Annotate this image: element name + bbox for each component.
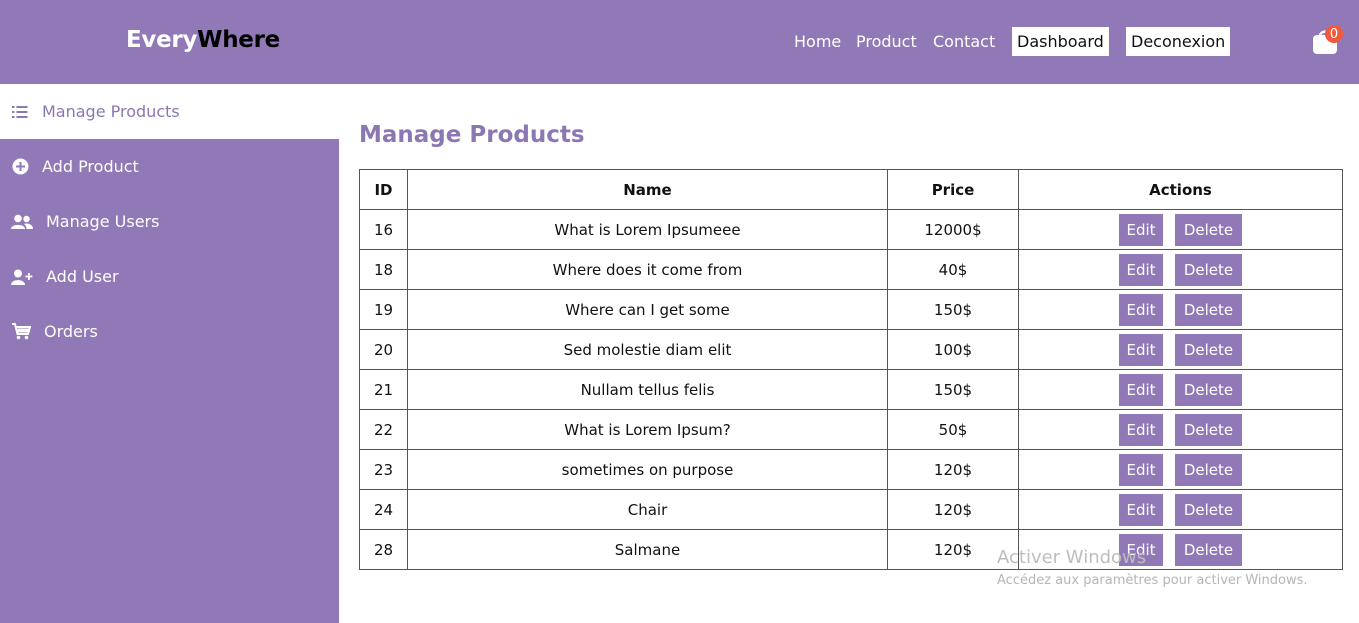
table-header-row: ID Name Price Actions [359,169,1343,210]
delete-button[interactable]: Delete [1175,253,1242,286]
delete-button[interactable]: Delete [1175,533,1242,566]
logo-part-where: Where [197,27,280,53]
cell-actions: Edit Delete [1018,209,1343,250]
cell-id: 23 [359,449,408,490]
cell-id: 28 [359,529,408,570]
edit-button[interactable]: Edit [1119,493,1163,526]
cell-name: What is Lorem Ipsumeee [407,209,888,250]
sidebar-item-label: Add User [46,267,119,286]
sidebar-item-manage-products[interactable]: Manage Products [0,84,339,139]
delete-button[interactable]: Delete [1175,493,1242,526]
edit-button[interactable]: Edit [1119,253,1163,286]
top-navbar: EveryWhere Home Product Contact Dashboar… [0,0,1359,84]
edit-button[interactable]: Edit [1119,333,1163,366]
cell-actions: Edit Delete [1018,489,1343,530]
column-header-actions: Actions [1018,169,1343,210]
sidebar-item-label: Orders [44,322,98,341]
cell-actions: Edit Delete [1018,289,1343,330]
table-row: 19 Where can I get some 150$ Edit Delete [359,289,1343,330]
cell-name: What is Lorem Ipsum? [407,409,888,450]
edit-button[interactable]: Edit [1119,293,1163,326]
table-row: 18 Where does it come from 40$ Edit Delete [359,249,1343,290]
column-header-price: Price [887,169,1019,210]
user-plus-icon [10,267,34,287]
cell-id: 16 [359,209,408,250]
cell-name: Nullam tellus felis [407,369,888,410]
cell-id: 20 [359,329,408,370]
edit-button[interactable]: Edit [1119,413,1163,446]
delete-button[interactable]: Delete [1175,413,1242,446]
cart-count-badge: 0 [1325,25,1343,43]
sidebar-item-label: Add Product [42,157,139,176]
delete-button[interactable]: Delete [1175,213,1242,246]
cell-price: 50$ [887,409,1019,450]
cell-name: sometimes on purpose [407,449,888,490]
cell-price: 12000$ [887,209,1019,250]
logo-part-every: Every [126,27,198,53]
delete-button[interactable]: Delete [1175,333,1242,366]
column-header-id: ID [359,169,408,210]
cell-id: 18 [359,249,408,290]
cell-id: 19 [359,289,408,330]
table-row: 20 Sed molestie diam elit 100$ Edit Delete [359,329,1343,370]
sidebar-item-orders[interactable]: Orders [0,304,339,359]
cell-name: Salmane [407,529,888,570]
sidebar-item-manage-users[interactable]: Manage Users [0,194,339,249]
cell-id: 24 [359,489,408,530]
nav-logout-button[interactable]: Deconexion [1126,27,1231,56]
sidebar-item-label: Manage Products [42,102,180,121]
cell-actions: Edit Delete [1018,249,1343,290]
cell-price: 40$ [887,249,1019,290]
nav-contact-link[interactable]: Contact [933,32,995,51]
page-title: Manage Products [359,122,585,148]
cell-actions: Edit Delete [1018,369,1343,410]
products-table: ID Name Price Actions 16 What is Lorem Ip… [359,169,1343,570]
cell-price: 100$ [887,329,1019,370]
cell-name: Where does it come from [407,249,888,290]
cell-actions: Edit Delete [1018,409,1343,450]
edit-button[interactable]: Edit [1119,213,1163,246]
delete-button[interactable]: Delete [1175,453,1242,486]
cell-name: Chair [407,489,888,530]
table-row: 23 sometimes on purpose 120$ Edit Delete [359,449,1343,490]
windows-activation-subtext: Accédez aux paramètres pour activer Wind… [997,573,1308,588]
edit-button[interactable]: Edit [1119,373,1163,406]
table-row: 16 What is Lorem Ipsumeee 12000$ Edit Delete [359,209,1343,250]
cell-price: 150$ [887,369,1019,410]
plus-circle-icon [10,157,30,177]
delete-button[interactable]: Delete [1175,293,1242,326]
nav-product-link[interactable]: Product [856,32,917,51]
cell-price: 120$ [887,449,1019,490]
sidebar-item-add-product[interactable]: Add Product [0,139,339,194]
sidebar: Manage Products Add Product Manage Users [0,84,339,623]
cell-id: 21 [359,369,408,410]
sidebar-item-add-user[interactable]: Add User [0,249,339,304]
cell-price: 150$ [887,289,1019,330]
column-header-name: Name [407,169,888,210]
cell-price: 120$ [887,489,1019,530]
cell-name: Where can I get some [407,289,888,330]
table-row: 21 Nullam tellus felis 150$ Edit Delete [359,369,1343,410]
cell-name: Sed molestie diam elit [407,329,888,370]
table-row: 28 Salmane 120$ Edit Delete [359,529,1343,570]
nav-dashboard-button[interactable]: Dashboard [1012,27,1109,56]
users-icon [10,212,34,232]
cell-actions: Edit Delete [1018,449,1343,490]
cart-icon [10,322,32,342]
table-row: 24 Chair 120$ Edit Delete [359,489,1343,530]
sidebar-item-label: Manage Users [46,212,160,231]
nav-home-link[interactable]: Home [794,32,841,51]
brand-logo[interactable]: EveryWhere [126,27,280,53]
table-row: 22 What is Lorem Ipsum? 50$ Edit Delete [359,409,1343,450]
list-icon [10,102,30,122]
cell-actions: Edit Delete [1018,329,1343,370]
windows-activation-watermark: Activer Windows [997,547,1147,568]
delete-button[interactable]: Delete [1175,373,1242,406]
edit-button[interactable]: Edit [1119,453,1163,486]
cell-id: 22 [359,409,408,450]
